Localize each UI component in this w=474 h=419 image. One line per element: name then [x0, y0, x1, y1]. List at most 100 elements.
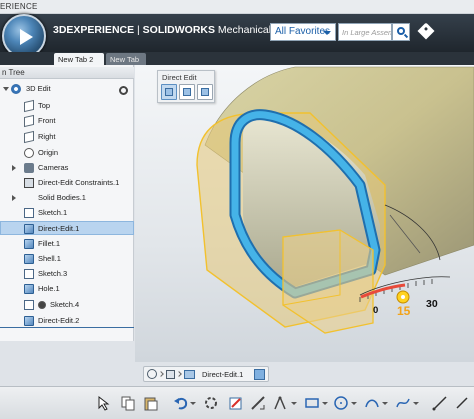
dial-min-label: 0 [373, 305, 379, 316]
circle-icon[interactable] [333, 395, 349, 411]
window-title-bar: ERIENCE [0, 0, 474, 14]
tree-item-origin[interactable]: Origin [0, 146, 134, 160]
palette-title: Direct Edit [162, 73, 197, 82]
direct-edit-icon [24, 224, 34, 234]
tree-item-label: Origin [38, 148, 59, 157]
tree-item-label: Sketch.3 [38, 269, 68, 278]
direct-edit-palette: Direct Edit [157, 70, 215, 103]
plane-icon [24, 114, 34, 128]
breadcrumb-label[interactable]: Direct-Edit.1 [202, 370, 243, 379]
expand-icon[interactable] [12, 165, 16, 171]
compass-tool-icon[interactable] [272, 395, 288, 411]
action-toolbar [0, 386, 474, 419]
tree-item-sketch-3[interactable]: Sketch.3 [0, 267, 134, 281]
tag-icon[interactable] [417, 22, 435, 40]
tree-item-constraints[interactable]: Direct-Edit Constraints.1 [0, 176, 134, 190]
brand-name: 3DEXPERIENCE [53, 24, 135, 36]
tab-new-tab-4[interactable]: New Tab 4 [106, 53, 146, 73]
app-title: 3DEXPERIENCE | SOLIDWORKS Mechanical Con… [53, 24, 302, 36]
tab-bar: New Tab 2 New Tab 4 [0, 52, 474, 73]
tree-item-cameras[interactable]: Cameras [0, 161, 134, 175]
select-face-button[interactable] [161, 84, 177, 100]
paste-icon[interactable] [143, 395, 159, 411]
tree-root-label: 3D Edit [26, 84, 51, 93]
copy-icon[interactable] [120, 395, 136, 411]
plane-icon [24, 130, 34, 144]
tree-item-label: Direct-Edit.1 [38, 224, 80, 233]
feature-tree-panel: n Tree 3D Edit Top Front Right Origin Ca… [0, 65, 134, 341]
hole-icon [24, 284, 34, 294]
face-select-icon [165, 88, 173, 96]
tree-item-direct-edit-2[interactable]: Direct-Edit.2 [0, 314, 134, 328]
tool-dropdown-caret-icon[interactable] [291, 402, 297, 405]
window-title: ERIENCE [0, 2, 38, 11]
tree-item-sketch-1[interactable]: Sketch.1 [0, 206, 134, 220]
title-separator: | [134, 24, 143, 36]
tree-item-label: Fillet.1 [38, 239, 61, 248]
expand-icon[interactable] [12, 195, 16, 201]
model-render [196, 66, 474, 334]
plane-icon [24, 99, 34, 113]
tree-item-label: Top [38, 101, 51, 110]
arc-icon[interactable] [364, 395, 380, 411]
sketch-icon [24, 269, 34, 279]
tree-item-label: Cameras [38, 163, 69, 172]
undo-dropdown-caret-icon[interactable] [190, 402, 196, 405]
move-face-icon [183, 88, 191, 96]
favorites-dropdown[interactable]: All Favorites [270, 23, 336, 41]
more-tools-icon[interactable] [454, 395, 470, 411]
direct-edit-icon [24, 316, 34, 326]
part-icon[interactable] [166, 370, 175, 379]
tree-item-label: Right [38, 132, 56, 141]
tree-item-label: Solid Bodies.1 [38, 193, 86, 202]
tree-header: n Tree [0, 67, 134, 79]
move-face-button[interactable] [179, 84, 195, 100]
tree-item-shell[interactable]: Shell.1 [0, 252, 134, 266]
tree-root[interactable]: 3D Edit [0, 82, 134, 96]
tree-item-sketch-4[interactable]: Sketch.4 [0, 298, 134, 312]
tab-new-tab-2[interactable]: New Tab 2 [54, 53, 104, 65]
undo-icon[interactable] [173, 395, 189, 411]
search-input[interactable]: In Large Assemb [338, 23, 392, 41]
line-icon[interactable] [432, 395, 448, 411]
product-name: SOLIDWORKS [142, 24, 216, 36]
breadcrumb: Direct-Edit.1 [143, 366, 269, 382]
update-icon[interactable] [203, 395, 219, 411]
settings-gear-icon[interactable] [119, 86, 128, 95]
copy-face-button[interactable] [197, 84, 213, 100]
shell-icon [24, 254, 34, 264]
favorites-label: All Favorites [275, 26, 331, 37]
tree-item-fillet[interactable]: Fillet.1 [0, 237, 134, 251]
dial-max-label: 30 [426, 298, 438, 310]
tree-item-hole[interactable]: Hole.1 [0, 282, 134, 296]
camera-icon [24, 163, 34, 173]
tree-item-solid-bodies[interactable]: Solid Bodies.1 [0, 191, 134, 205]
search-button[interactable] [392, 23, 410, 41]
arc-dropdown-caret-icon[interactable] [382, 402, 388, 405]
body-icon[interactable] [254, 369, 265, 380]
chevron-right-icon [158, 371, 164, 377]
collapse-icon[interactable] [3, 87, 9, 91]
info-icon [38, 301, 46, 309]
tree-item-label: Shell.1 [38, 254, 61, 263]
measure-icon[interactable] [250, 395, 266, 411]
feature-icon[interactable] [184, 370, 195, 379]
3d-viewport[interactable] [135, 65, 474, 362]
rectangle-icon[interactable] [304, 395, 320, 411]
pointer-icon[interactable] [96, 395, 112, 411]
tree-item-top[interactable]: Top [0, 99, 134, 113]
root-icon[interactable] [147, 369, 157, 379]
sketch-icon [24, 300, 34, 310]
tree-item-front[interactable]: Front [0, 114, 134, 128]
circle-dropdown-caret-icon[interactable] [351, 402, 357, 405]
rectangle-dropdown-caret-icon[interactable] [322, 402, 328, 405]
sketch-tool-icon[interactable] [228, 395, 244, 411]
spline-icon[interactable] [395, 395, 411, 411]
copy-face-icon [201, 88, 209, 96]
tree-item-direct-edit-1[interactable]: Direct-Edit.1 [0, 221, 134, 235]
tree-item-right[interactable]: Right [0, 130, 134, 144]
dial-current-value[interactable]: 15 [397, 304, 410, 318]
part-icon [11, 84, 21, 94]
spline-dropdown-caret-icon[interactable] [413, 402, 419, 405]
constraints-icon [24, 178, 34, 188]
